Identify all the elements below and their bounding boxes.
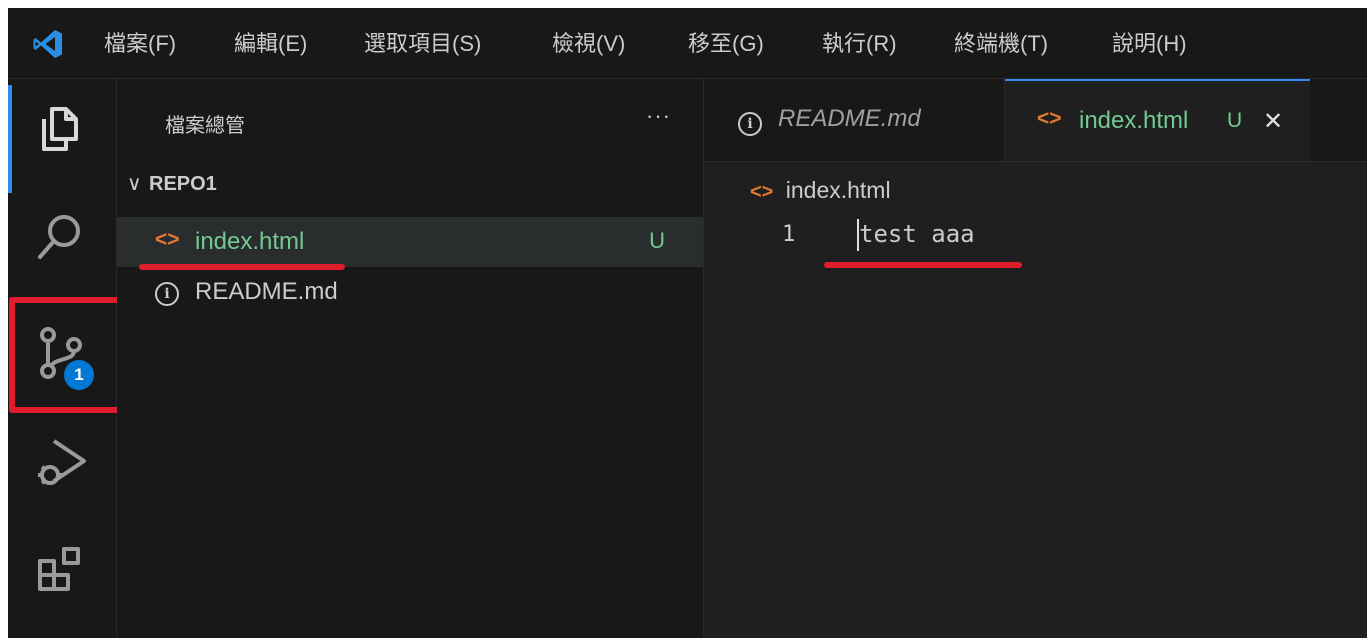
menu-help[interactable]: 說明(H) xyxy=(1112,30,1187,58)
info-icon: i xyxy=(738,107,762,136)
extensions-icon[interactable] xyxy=(32,543,88,599)
tab-index-html[interactable]: <> index.html U ✕ xyxy=(1005,79,1310,161)
sidebar-title: 檔案總管 xyxy=(165,115,245,137)
file-name: index.html xyxy=(195,228,305,255)
tab-label: README.md xyxy=(778,105,921,132)
activity-bar: 1 xyxy=(8,79,124,638)
menu-edit[interactable]: 編輯(E) xyxy=(234,30,307,58)
tab-readme[interactable]: i README.md xyxy=(704,79,1005,161)
menu-terminal[interactable]: 終端機(T) xyxy=(954,30,1048,58)
vscode-logo-icon xyxy=(33,30,62,58)
file-item-readme[interactable]: i README.md xyxy=(117,267,703,317)
file-name: README.md xyxy=(195,278,338,305)
file-item-index-html[interactable]: <> index.html U xyxy=(117,217,703,267)
explorer-sidebar: 檔案總管 ··· ∨ REPO1 <> index.html U i README… xyxy=(117,79,704,638)
editor-tabs: i README.md <> index.html U ✕ xyxy=(704,79,1367,162)
active-indicator xyxy=(8,85,12,193)
vscode-window: 檔案(F) 編輯(E) 選取項目(S) 檢視(V) 移至(G) 執行(R) 終端… xyxy=(8,8,1367,638)
repo-folder[interactable]: ∨ REPO1 xyxy=(127,171,217,196)
info-icon: i xyxy=(155,280,179,306)
run-debug-icon[interactable] xyxy=(32,435,88,491)
breadcrumb[interactable]: <> index.html xyxy=(750,177,891,204)
menu-view[interactable]: 檢視(V) xyxy=(552,30,625,58)
close-icon[interactable]: ✕ xyxy=(1263,107,1283,136)
search-icon[interactable] xyxy=(32,209,88,265)
html-file-icon: <> xyxy=(1037,107,1062,130)
chevron-down-icon: ∨ xyxy=(127,173,142,195)
explorer-icon[interactable] xyxy=(32,101,88,157)
line-number: 1 xyxy=(782,222,796,247)
breadcrumb-file: index.html xyxy=(785,177,891,203)
menu-bar: 檔案(F) 編輯(E) 選取項目(S) 檢視(V) 移至(G) 執行(R) 終端… xyxy=(8,8,1367,79)
html-file-icon: <> xyxy=(750,181,774,203)
menu-go[interactable]: 移至(G) xyxy=(688,30,764,58)
code-line[interactable]: test aaa xyxy=(859,220,975,248)
editor-area: i README.md <> index.html U ✕ <> index.h… xyxy=(704,79,1367,638)
untracked-status-badge: U xyxy=(1227,109,1243,132)
menu-selection[interactable]: 選取項目(S) xyxy=(364,30,481,58)
html-file-icon: <> xyxy=(155,228,180,251)
tab-label: index.html xyxy=(1079,107,1189,134)
red-underline-annotation xyxy=(824,262,1022,268)
untracked-status-badge: U xyxy=(649,228,665,253)
menu-run[interactable]: 執行(R) xyxy=(822,30,897,58)
menu-file[interactable]: 檔案(F) xyxy=(104,30,176,58)
scm-badge: 1 xyxy=(64,360,94,390)
more-actions-icon[interactable]: ··· xyxy=(646,103,671,129)
repo-name: REPO1 xyxy=(149,173,217,195)
